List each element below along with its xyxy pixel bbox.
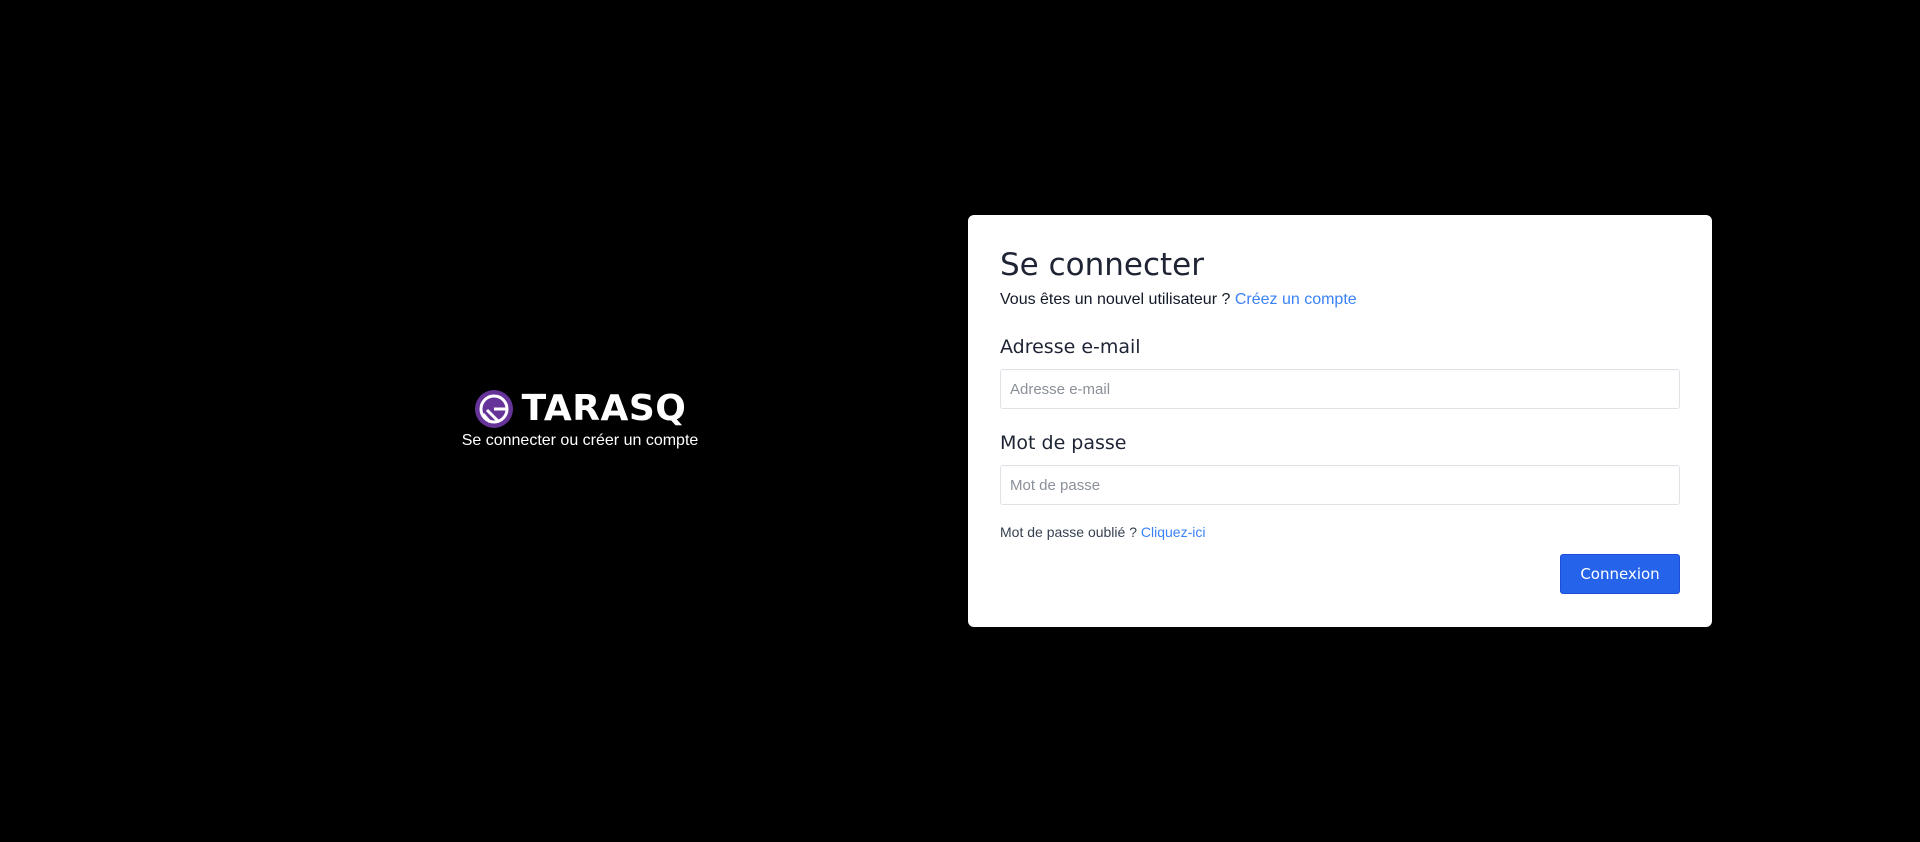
forgot-password-prompt: Mot de passe oublié ? Cliquez-ici bbox=[1000, 522, 1680, 542]
create-account-link[interactable]: Créez un compte bbox=[1235, 291, 1357, 308]
brand-name: TARASQ bbox=[521, 388, 687, 429]
password-field[interactable] bbox=[1000, 465, 1680, 505]
brand-block: TARASQ Se connecter ou créer un compte bbox=[460, 388, 700, 450]
brand-tagline: Se connecter ou créer un compte bbox=[461, 432, 699, 449]
password-label: Mot de passe bbox=[1000, 432, 1127, 454]
forgot-password-text: Mot de passe oublié ? bbox=[1000, 524, 1137, 540]
gatsby-logo-icon bbox=[474, 390, 513, 428]
new-user-prompt: Vous êtes un nouvel utilisateur ? Créez … bbox=[1000, 289, 1680, 311]
brand-header: TARASQ bbox=[474, 388, 687, 430]
actions-row: Connexion bbox=[1000, 554, 1680, 594]
new-user-text: Vous êtes un nouvel utilisateur ? bbox=[1000, 291, 1231, 308]
forgot-password-link[interactable]: Cliquez-ici bbox=[1141, 524, 1206, 540]
login-card: Se connecter Vous êtes un nouvel utilisa… bbox=[968, 215, 1712, 627]
login-button[interactable]: Connexion bbox=[1560, 554, 1680, 594]
email-label: Adresse e-mail bbox=[1000, 336, 1141, 358]
email-field[interactable] bbox=[1000, 369, 1680, 409]
page-title: Se connecter bbox=[1000, 247, 1204, 283]
